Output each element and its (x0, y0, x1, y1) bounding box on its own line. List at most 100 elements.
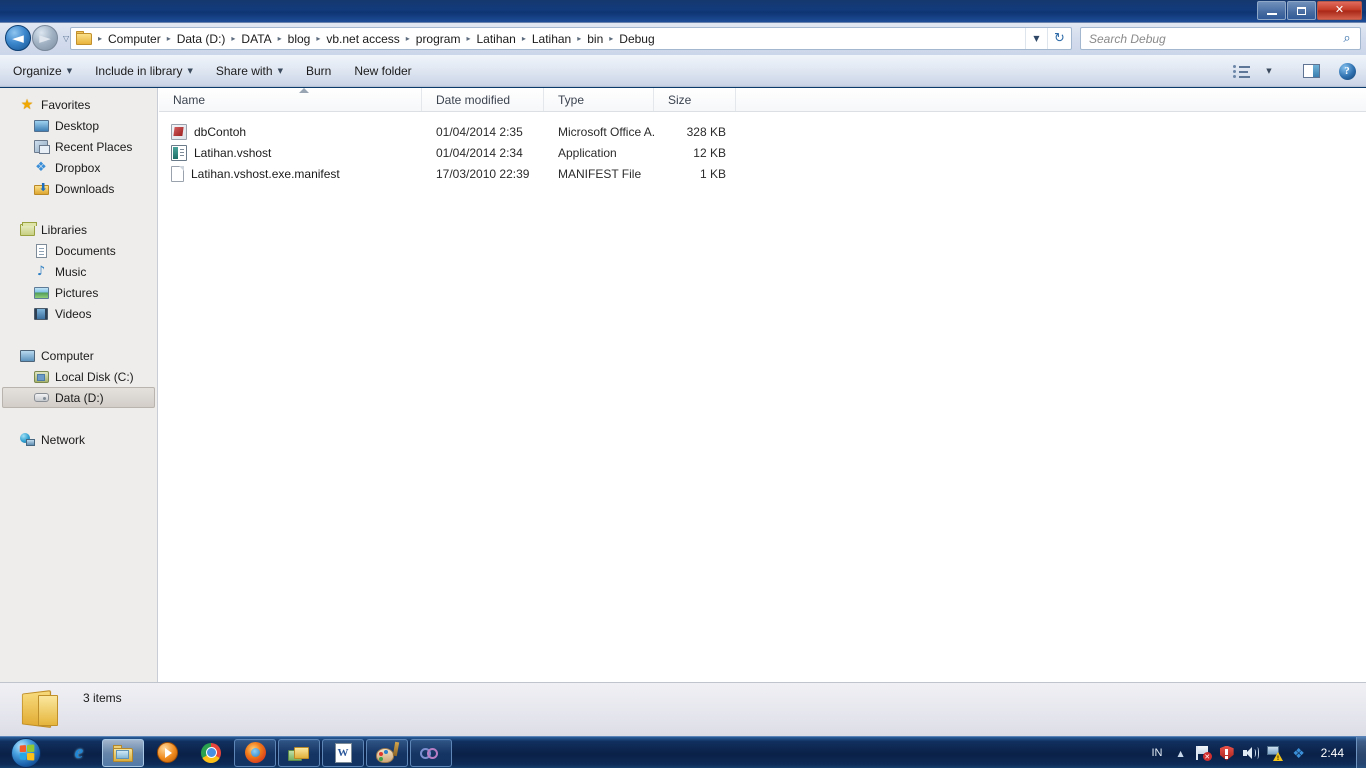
share-with-label: Share with (215, 63, 273, 78)
maximize-button[interactable] (1287, 1, 1316, 20)
breadcrumb-item-latihan-1[interactable]: Latihan (471, 30, 520, 48)
breadcrumb-item-bin[interactable]: bin (582, 30, 608, 48)
volume-icon[interactable] (1239, 737, 1263, 768)
breadcrumb: ▸ Computer ▸ Data (D:) ▸ DATA ▸ blog ▸ v… (97, 30, 1025, 48)
sidebar-item-data-d[interactable]: Data (D:) (2, 387, 155, 408)
breadcrumb-item-latihan-2[interactable]: Latihan (527, 30, 576, 48)
sidebar-label-favorites: Favorites (41, 97, 91, 112)
address-dropdown-icon[interactable]: ▼ (1025, 28, 1047, 49)
table-row[interactable]: dbContoh 01/04/2014 2:35 Microsoft Offic… (159, 121, 1366, 142)
ie-icon: e (74, 741, 84, 763)
taskbar-internet-explorer[interactable]: e (58, 739, 100, 767)
burn-button[interactable]: Burn (296, 58, 341, 84)
desktop-screen: ✕ ◄ ► ▽ ▸ Computer ▸ Data (D:) ▸ DATA ▸ … (0, 0, 1366, 768)
column-header-size[interactable]: Size (654, 88, 736, 111)
breadcrumb-item-program[interactable]: program (411, 30, 466, 48)
minimize-button[interactable] (1257, 1, 1286, 20)
status-item-count: 3 items (83, 691, 122, 705)
navigation-pane[interactable]: ★ Favorites Desktop Recent Places ❖ Drop… (0, 88, 158, 682)
pictures-icon (33, 285, 49, 301)
chevron-down-icon: ▼ (1266, 67, 1272, 75)
breadcrumb-item-vbnet-access[interactable]: vb.net access (321, 30, 404, 48)
recent-places-icon (33, 139, 50, 155)
organize-button[interactable]: Organize ▼ (3, 58, 82, 84)
history-dropdown-icon[interactable]: ▽ (63, 34, 69, 43)
change-view-button[interactable] (1228, 59, 1254, 83)
taskbar-google-chrome[interactable] (190, 739, 232, 767)
taskbar-folders-app[interactable] (278, 738, 320, 767)
view-dropdown-button[interactable]: ▼ (1256, 59, 1282, 83)
include-in-library-button[interactable]: Include in library ▼ (85, 58, 203, 84)
start-button[interactable] (2, 737, 50, 768)
sidebar-item-dropbox[interactable]: ❖ Dropbox (2, 157, 155, 178)
taskbar-windows-explorer[interactable] (102, 738, 144, 767)
file-date-cell: 01/04/2014 2:34 (436, 145, 523, 160)
refresh-icon[interactable]: ↻ (1047, 28, 1071, 49)
column-label-date-modified: Date modified (436, 92, 511, 107)
breadcrumb-item-data[interactable]: DATA (236, 30, 276, 48)
security-shield-icon[interactable] (1215, 737, 1239, 768)
sidebar-item-downloads[interactable]: ⬇ Downloads (2, 178, 155, 199)
breadcrumb-item-blog[interactable]: blog (283, 30, 316, 48)
desktop-icon (33, 118, 49, 134)
action-center-icon[interactable]: ✕ (1191, 737, 1215, 768)
taskbar-windows-media-player[interactable] (146, 739, 188, 767)
sidebar-label-music: Music (55, 264, 87, 279)
sidebar-item-videos[interactable]: Videos (2, 303, 155, 324)
sidebar-item-local-disk-c[interactable]: Local Disk (C:) (2, 366, 155, 387)
language-indicator[interactable]: IN (1143, 747, 1170, 759)
column-header-date-modified[interactable]: Date modified (422, 88, 544, 111)
file-name-label: dbContoh (194, 124, 247, 139)
network-warning-icon[interactable] (1263, 737, 1287, 768)
sidebar-label-dropbox: Dropbox (55, 160, 101, 175)
sidebar-item-computer[interactable]: Computer (2, 345, 155, 366)
column-header-type[interactable]: Type (544, 88, 654, 111)
chevron-down-icon: ▼ (277, 66, 283, 75)
file-name-label: Latihan.vshost.exe.manifest (191, 166, 340, 181)
taskbar-mozilla-firefox[interactable] (234, 738, 276, 767)
network-icon (19, 432, 35, 448)
file-size-cell: 12 KB (693, 145, 726, 160)
maximize-icon (1297, 6, 1306, 15)
system-tray: IN ▲ ✕ ❖ 2:44 (1143, 737, 1366, 768)
address-breadcrumb-bar[interactable]: ▸ Computer ▸ Data (D:) ▸ DATA ▸ blog ▸ v… (70, 27, 1072, 50)
breadcrumb-item-debug[interactable]: Debug (614, 30, 659, 48)
forward-button[interactable]: ► (32, 25, 58, 51)
clock[interactable]: 2:44 (1311, 746, 1356, 760)
file-type-cell: MANIFEST File (558, 166, 642, 181)
search-box[interactable]: Search Debug ⌕ (1080, 27, 1361, 50)
column-header-name[interactable]: Name (159, 88, 422, 111)
file-size-cell: 328 KB (686, 124, 726, 139)
chevron-down-icon: ▼ (66, 66, 73, 75)
back-button[interactable]: ◄ (5, 25, 31, 51)
file-list-pane[interactable]: Name Date modified Type Size dbContoh 01… (159, 88, 1366, 682)
sidebar-item-network[interactable]: Network (2, 429, 155, 450)
show-desktop-button[interactable] (1356, 737, 1366, 768)
preview-pane-button[interactable] (1298, 59, 1324, 83)
sidebar-item-recent-places[interactable]: Recent Places (2, 136, 155, 157)
breadcrumb-item-computer[interactable]: Computer (103, 30, 166, 48)
sidebar-item-music[interactable]: ♪ Music (2, 261, 155, 282)
breadcrumb-item-data-d[interactable]: Data (D:) (172, 30, 231, 48)
sidebar-item-pictures[interactable]: Pictures (2, 282, 155, 303)
table-row[interactable]: Latihan.vshost.exe.manifest 17/03/2010 2… (159, 163, 1366, 184)
help-button[interactable]: ? (1334, 59, 1360, 83)
search-input[interactable]: Search Debug (1081, 32, 1334, 46)
close-button[interactable]: ✕ (1317, 1, 1362, 20)
drive-icon (33, 390, 49, 406)
chevron-up-icon[interactable]: ▲ (1170, 749, 1190, 758)
sidebar-item-desktop[interactable]: Desktop (2, 115, 155, 136)
sidebar-item-favorites[interactable]: ★ Favorites (2, 94, 155, 115)
sidebar-item-documents[interactable]: Documents (2, 240, 155, 261)
taskbar-microsoft-word[interactable]: W (322, 738, 364, 767)
taskbar-paint-app[interactable] (366, 738, 408, 767)
sidebar-label-documents: Documents (55, 243, 116, 258)
new-folder-button[interactable]: New folder (344, 58, 421, 84)
share-with-button[interactable]: Share with ▼ (206, 58, 293, 84)
blank-document-icon (171, 165, 184, 182)
taskbar-rings-app[interactable] (410, 738, 452, 767)
dropbox-icon: ❖ (35, 160, 47, 175)
table-row[interactable]: Latihan.vshost 01/04/2014 2:34 Applicati… (159, 142, 1366, 163)
sidebar-item-libraries[interactable]: Libraries (2, 219, 155, 240)
dropbox-tray-icon[interactable]: ❖ (1287, 737, 1311, 768)
